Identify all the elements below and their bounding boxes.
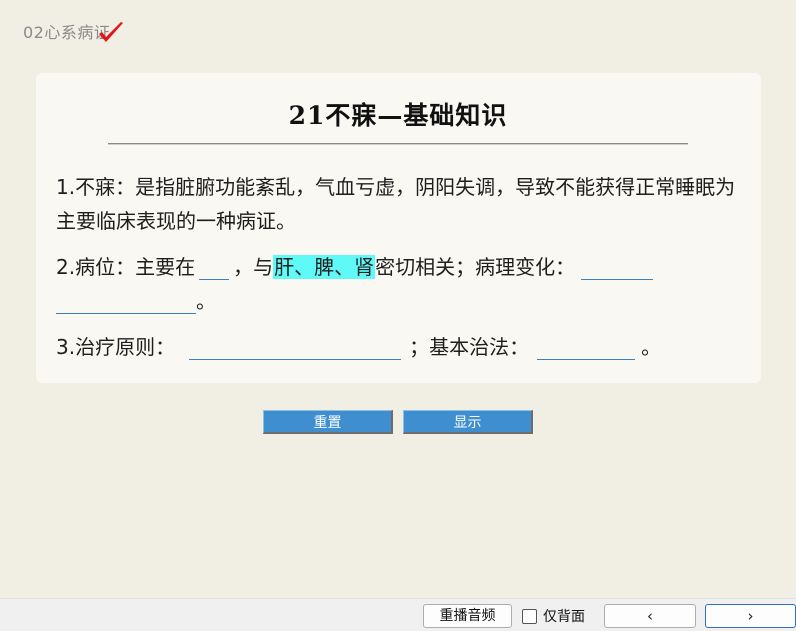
definition-text: 不寐：是指脏腑功能紊乱，气血亏虚，阴阳失调，导致不能获得正常睡眠为主要临床表现的…: [56, 175, 736, 233]
location-end: 。: [196, 289, 216, 313]
treatment-paragraph: 3.治疗原则： ；基本治法： 。: [56, 330, 736, 364]
chevron-right-icon: ›: [747, 607, 754, 625]
treatment-end: 。: [641, 335, 662, 359]
show-button[interactable]: 显示: [403, 410, 533, 434]
item-number: 3.: [56, 335, 76, 359]
back-only-checkbox[interactable]: [522, 608, 537, 624]
item-number: 1.: [56, 175, 76, 199]
back-only-toggle[interactable]: 仅背面: [522, 606, 585, 626]
blank-treatment-method[interactable]: [537, 333, 636, 360]
location-lead: 病位：主要在: [75, 255, 196, 279]
principle-lead: 治疗原则：: [75, 335, 176, 359]
blank-location[interactable]: [199, 253, 230, 280]
card-title: 21不寐—基础知识: [288, 101, 508, 130]
location-paragraph: 2.病位：主要在 ，与肝、脾、肾密切相关；病理变化： 。: [56, 250, 736, 318]
checkmark-icon: [99, 22, 123, 42]
blank-treatment-principle[interactable]: [189, 333, 402, 360]
highlighted-organs: 肝、脾、肾: [273, 255, 376, 279]
title-divider: [108, 143, 688, 145]
next-button[interactable]: ›: [705, 604, 796, 628]
location-connector: ，与: [233, 255, 274, 279]
item-number: 2.: [56, 255, 76, 279]
back-only-label: 仅背面: [543, 609, 585, 625]
replay-audio-button[interactable]: 重播音频: [423, 604, 512, 628]
chevron-left-icon: ‹: [647, 607, 653, 625]
method-lead: ；基本治法：: [409, 335, 530, 359]
blank-pathology-continued[interactable]: [56, 287, 196, 314]
reset-button[interactable]: 重置: [263, 410, 393, 434]
previous-button[interactable]: ‹: [604, 604, 696, 628]
pathology-lead: 密切相关；病理变化：: [375, 255, 576, 279]
blank-pathology[interactable]: [581, 253, 654, 280]
definition-paragraph: 1.不寐：是指脏腑功能紊乱，气血亏虚，阴阳失调，导致不能获得正常睡眠为主要临床表…: [56, 170, 736, 238]
